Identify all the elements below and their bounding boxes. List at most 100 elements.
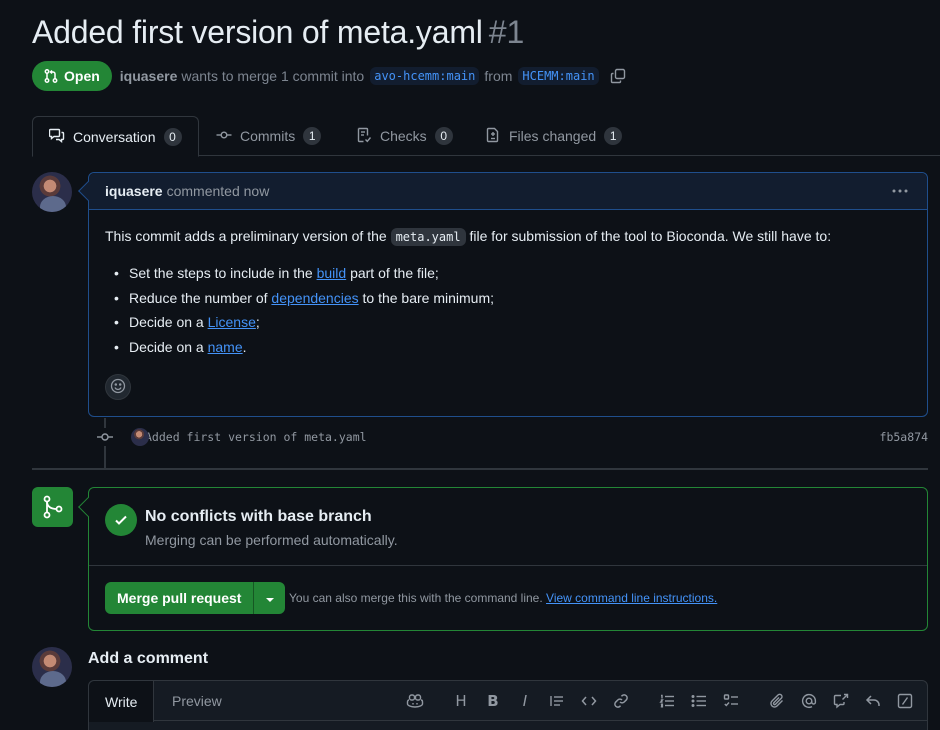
bold-button[interactable]: B xyxy=(477,685,509,717)
merge-status-subtitle: Merging can be performed automatically. xyxy=(145,532,398,548)
avatar[interactable] xyxy=(32,172,72,212)
tab-checks-label: Checks xyxy=(380,128,427,144)
tab-preview[interactable]: Preview xyxy=(156,681,238,721)
merge-actions: Merge pull request You can also merge th… xyxy=(89,566,927,630)
slash-icon xyxy=(897,693,913,709)
list-ordered-icon xyxy=(659,693,675,709)
pr-tabs: Conversation 0 Commits 1 Checks 0 Files … xyxy=(0,116,940,157)
link-button[interactable] xyxy=(605,685,637,717)
intro-text-after: file for submission of the tool to Bioco… xyxy=(469,228,832,244)
inline-code: meta.yaml xyxy=(390,228,466,246)
add-comment-title: Add a comment xyxy=(88,650,209,667)
dependencies-link[interactable]: dependencies xyxy=(271,290,358,306)
slash-commands-button[interactable] xyxy=(889,685,921,717)
commit-row: Added first version of meta.yaml fb5a874 xyxy=(96,427,928,447)
list-item: Decide on a License; xyxy=(114,312,911,332)
merge-status-title: No conflicts with base branch xyxy=(145,508,372,525)
task-list-button[interactable] xyxy=(715,685,747,717)
code-icon xyxy=(581,693,597,709)
pr-author-link[interactable]: iquasere xyxy=(120,68,178,84)
tasklist-icon xyxy=(723,693,739,709)
check-icon xyxy=(105,504,137,536)
todo-list: Set the steps to include in the build pa… xyxy=(105,263,911,357)
intro-text-before: This commit adds a preliminary version o… xyxy=(105,228,387,244)
list-item: Set the steps to include in the build pa… xyxy=(114,263,911,283)
tab-commits[interactable]: Commits 1 xyxy=(200,116,337,156)
checklist-icon xyxy=(356,127,372,146)
tab-files-changed[interactable]: Files changed 1 xyxy=(469,116,638,156)
pr-merge-text: wants to merge 1 commit into xyxy=(181,68,365,84)
comment-intro: This commit adds a preliminary version o… xyxy=(105,226,911,247)
pr-title-row: Added first version of meta.yaml #1 xyxy=(32,14,524,51)
italic-icon: I xyxy=(522,692,528,710)
copilot-icon[interactable] xyxy=(399,685,431,717)
commit-author-avatar[interactable] xyxy=(131,428,149,446)
merge-button-group: Merge pull request xyxy=(105,582,286,614)
merge-hint-text: You can also merge this with the command… xyxy=(289,591,543,605)
bold-icon: B xyxy=(487,692,499,710)
pr-meta: iquasere wants to merge 1 commit into av… xyxy=(120,67,626,85)
bulleted-list-button[interactable] xyxy=(683,685,715,717)
tab-checks-count: 0 xyxy=(434,127,453,145)
license-link[interactable]: License xyxy=(208,314,256,330)
file-diff-icon xyxy=(485,127,501,146)
avatar[interactable] xyxy=(32,647,72,687)
editor-tabs: Write Preview H B I xyxy=(89,681,927,722)
timeline-divider xyxy=(32,468,928,470)
pr-title: Added first version of meta.yaml xyxy=(32,14,483,50)
quote-icon xyxy=(549,693,565,709)
code-button[interactable] xyxy=(573,685,605,717)
reference-button[interactable] xyxy=(825,685,857,717)
tab-conversation-label: Conversation xyxy=(73,128,156,145)
merge-options-button[interactable] xyxy=(253,582,285,614)
add-reaction-button[interactable] xyxy=(105,374,131,400)
list-item: Reduce the number of dependencies to the… xyxy=(114,288,911,308)
heading-icon: H xyxy=(455,692,467,710)
git-commit-icon xyxy=(96,428,114,446)
smiley-icon xyxy=(110,378,126,397)
build-link[interactable]: build xyxy=(317,265,347,281)
name-link[interactable]: name xyxy=(208,339,243,355)
kebab-horizontal-icon[interactable] xyxy=(891,183,909,204)
item-text: part of the file; xyxy=(350,265,439,281)
quote-button[interactable] xyxy=(541,685,573,717)
commit-sha-link[interactable]: fb5a874 xyxy=(880,430,928,444)
tab-files-changed-count: 1 xyxy=(604,127,623,145)
item-text: ; xyxy=(255,314,260,330)
comment-editor: Write Preview H B I xyxy=(88,680,928,730)
comment-timestamp[interactable]: commented now xyxy=(167,183,270,199)
copy-icon[interactable] xyxy=(610,68,626,84)
pr-state-badge: Open xyxy=(32,61,112,91)
item-text: Set the steps to include in the xyxy=(129,265,313,281)
merge-pull-request-button[interactable]: Merge pull request xyxy=(105,582,253,614)
cross-reference-icon xyxy=(833,693,849,709)
comment-author-link[interactable]: iquasere xyxy=(105,183,163,199)
base-branch-link[interactable]: avo-hcemm:main xyxy=(370,67,480,85)
item-text: Reduce the number of xyxy=(129,289,268,306)
mention-button[interactable] xyxy=(793,685,825,717)
attach-files-button[interactable] xyxy=(761,685,793,717)
tab-checks[interactable]: Checks 0 xyxy=(340,116,469,156)
tab-commits-label: Commits xyxy=(240,128,296,144)
merge-box: No conflicts with base branch Merging ca… xyxy=(88,487,928,631)
saved-replies-button[interactable] xyxy=(857,685,889,717)
command-line-instructions-link[interactable]: View command line instructions. xyxy=(546,591,717,605)
git-pull-request-icon xyxy=(43,68,59,84)
pr-status-row: Open iquasere wants to merge 1 commit in… xyxy=(32,61,626,91)
tab-files-changed-label: Files changed xyxy=(509,128,597,144)
pr-state-label: Open xyxy=(64,68,100,84)
head-branch-link[interactable]: HCEMM:main xyxy=(518,67,599,85)
comment-body: This commit adds a preliminary version o… xyxy=(89,210,927,377)
mention-icon xyxy=(801,693,817,709)
heading-button[interactable]: H xyxy=(445,685,477,717)
comment-discussion-icon xyxy=(48,127,65,146)
commit-message-link[interactable]: Added first version of meta.yaml xyxy=(145,430,367,444)
numbered-list-button[interactable] xyxy=(651,685,683,717)
tab-conversation[interactable]: Conversation 0 xyxy=(32,116,199,157)
pr-number: #1 xyxy=(488,14,525,50)
tab-commits-count: 1 xyxy=(303,127,322,145)
tab-write[interactable]: Write xyxy=(89,681,155,722)
item-text: Decide on a xyxy=(129,338,204,355)
italic-button[interactable]: I xyxy=(509,685,541,717)
pr-from-text: from xyxy=(484,68,513,84)
